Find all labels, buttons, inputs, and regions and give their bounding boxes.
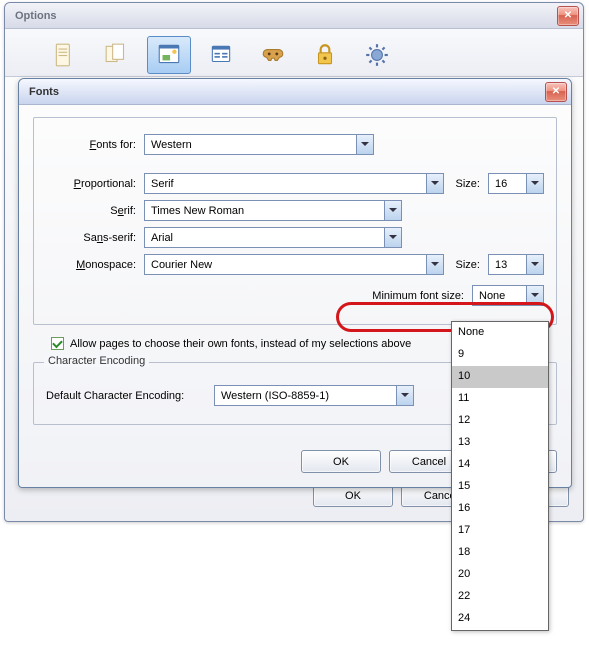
sans-serif-dropdown[interactable]: Arial bbox=[144, 227, 402, 248]
min-font-size-option[interactable]: 9 bbox=[452, 344, 548, 366]
min-font-size-option[interactable]: 22 bbox=[452, 586, 548, 608]
fonts-ok-button[interactable]: OK bbox=[301, 450, 381, 473]
monospace-dropdown[interactable]: Courier New bbox=[144, 254, 444, 275]
proportional-size-dropdown[interactable]: 16 bbox=[488, 173, 544, 194]
min-font-size-option[interactable]: None bbox=[452, 322, 548, 344]
chevron-down-icon bbox=[426, 174, 443, 193]
allow-fonts-label: Allow pages to choose their own fonts, i… bbox=[70, 338, 411, 350]
monospace-label: Monospace: bbox=[46, 259, 136, 271]
monospace-size-dropdown[interactable]: 13 bbox=[488, 254, 544, 275]
sans-serif-label: Sans-serif: bbox=[46, 232, 136, 244]
serif-label: Serif: bbox=[46, 205, 136, 217]
proportional-size-label: Size: bbox=[456, 178, 480, 190]
fonts-for-dropdown[interactable]: Western bbox=[144, 134, 374, 155]
min-font-size-options-list: None9101112131415161718202224 bbox=[451, 321, 549, 631]
tab-content-icon[interactable] bbox=[147, 36, 191, 74]
proportional-dropdown[interactable]: Serif bbox=[144, 173, 444, 194]
tab-security-icon[interactable] bbox=[303, 36, 347, 74]
allow-fonts-checkbox[interactable] bbox=[51, 337, 64, 350]
min-font-size-option[interactable]: 17 bbox=[452, 520, 548, 542]
fonts-for-label: Fonts for: bbox=[46, 139, 136, 151]
chevron-down-icon bbox=[526, 255, 543, 274]
options-title: Options bbox=[15, 10, 557, 22]
min-font-size-dropdown[interactable]: None bbox=[472, 285, 544, 306]
min-font-size-label: Minimum font size: bbox=[372, 290, 464, 302]
chevron-down-icon bbox=[526, 286, 543, 305]
fonts-title: Fonts bbox=[29, 86, 545, 98]
chevron-down-icon bbox=[426, 255, 443, 274]
chevron-down-icon bbox=[526, 174, 543, 193]
chevron-down-icon bbox=[356, 135, 373, 154]
min-font-size-option[interactable]: 12 bbox=[452, 410, 548, 432]
tab-applications-icon[interactable] bbox=[199, 36, 243, 74]
min-font-size-option[interactable]: 15 bbox=[452, 476, 548, 498]
min-font-size-option[interactable]: 24 bbox=[452, 608, 548, 630]
options-toolbar bbox=[5, 29, 583, 77]
min-font-size-option[interactable]: 13 bbox=[452, 432, 548, 454]
encoding-dropdown[interactable]: Western (ISO-8859-1) bbox=[214, 385, 414, 406]
tab-privacy-icon[interactable] bbox=[251, 36, 295, 74]
monospace-size-label: Size: bbox=[456, 259, 480, 271]
min-font-size-option[interactable]: 16 bbox=[452, 498, 548, 520]
proportional-label: Proportional: bbox=[46, 178, 136, 190]
tab-advanced-icon[interactable] bbox=[355, 36, 399, 74]
chevron-down-icon bbox=[396, 386, 413, 405]
min-font-size-option[interactable]: 10 bbox=[452, 366, 548, 388]
close-icon[interactable]: ✕ bbox=[557, 6, 579, 26]
fonts-group: Fonts for: Western Proportional: Serif S… bbox=[33, 117, 557, 325]
options-titlebar: Options ✕ bbox=[5, 3, 583, 29]
fonts-titlebar: Fonts ✕ bbox=[19, 79, 571, 105]
tab-general-icon[interactable] bbox=[43, 36, 87, 74]
min-font-size-option[interactable]: 20 bbox=[452, 564, 548, 586]
min-font-size-option[interactable]: 18 bbox=[452, 542, 548, 564]
tab-tabs-icon[interactable] bbox=[95, 36, 139, 74]
min-font-size-option[interactable]: 11 bbox=[452, 388, 548, 410]
encoding-label: Default Character Encoding: bbox=[46, 390, 206, 402]
encoding-legend: Character Encoding bbox=[44, 355, 149, 367]
min-font-size-option[interactable]: 14 bbox=[452, 454, 548, 476]
chevron-down-icon bbox=[384, 201, 401, 220]
close-icon[interactable]: ✕ bbox=[545, 82, 567, 102]
chevron-down-icon bbox=[384, 228, 401, 247]
serif-dropdown[interactable]: Times New Roman bbox=[144, 200, 402, 221]
